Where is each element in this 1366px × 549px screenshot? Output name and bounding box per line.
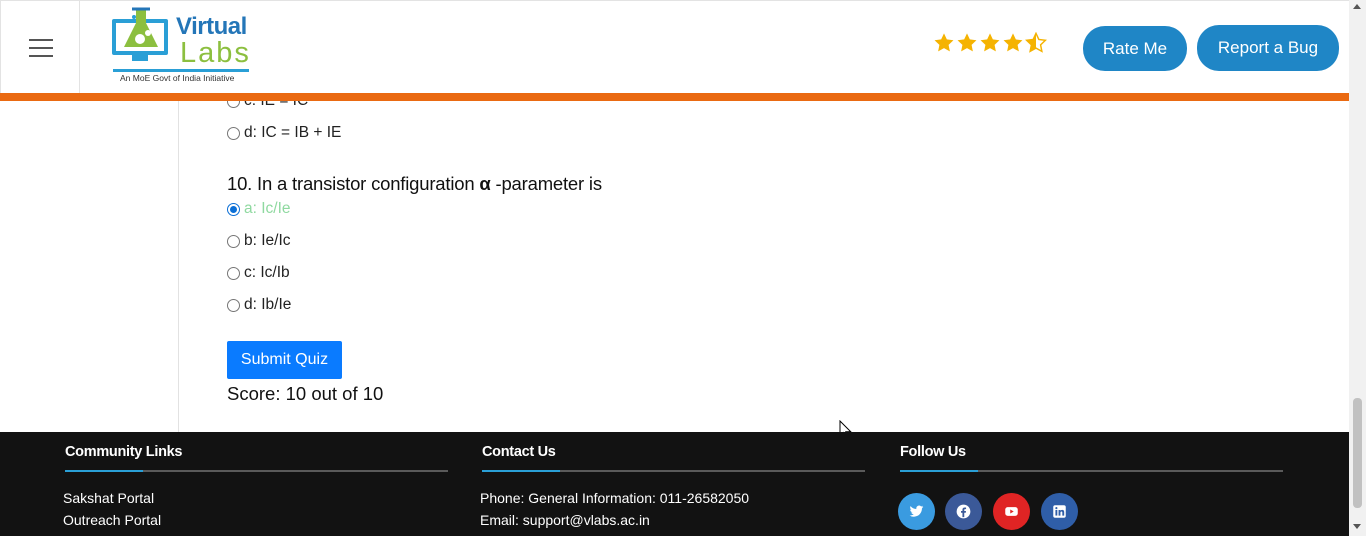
header-accent-bar bbox=[0, 93, 1349, 101]
option-label: c: Ic/Ib bbox=[244, 264, 290, 281]
site-footer: Community Links Sakshat Portal Outreach … bbox=[0, 432, 1349, 549]
radio-button[interactable] bbox=[227, 298, 240, 312]
footer-heading: Community Links bbox=[65, 444, 183, 460]
footer-heading-rule bbox=[482, 470, 865, 472]
option-label: c: IE = IC bbox=[244, 101, 308, 110]
flask-icon bbox=[112, 7, 168, 61]
logo-word-labs: Labs bbox=[180, 37, 251, 69]
virtual-labs-logo[interactable]: Virtual Labs An MoE Govt of India Initia… bbox=[110, 7, 255, 87]
question-suffix: -parameter is bbox=[495, 173, 603, 194]
footer-heading-rule bbox=[900, 470, 1283, 472]
radio-button[interactable] bbox=[227, 126, 240, 140]
scroll-down-arrow-icon[interactable] bbox=[1353, 524, 1361, 529]
footer-link-sakshat[interactable]: Sakshat Portal bbox=[63, 490, 154, 506]
submit-quiz-button[interactable]: Submit Quiz bbox=[227, 341, 342, 379]
score-text: Score: 10 out of 10 bbox=[227, 383, 384, 404]
quiz-option[interactable]: c: Ic/Ib bbox=[227, 264, 290, 282]
footer-heading-rule bbox=[65, 470, 448, 472]
quiz-content: c: IE = IC d: IC = IB + IE 10. In a tran… bbox=[0, 101, 1349, 432]
star-icon bbox=[1003, 33, 1023, 52]
twitter-icon[interactable] bbox=[898, 493, 935, 530]
contact-email[interactable]: Email: support@vlabs.ac.in bbox=[480, 512, 650, 528]
radio-button[interactable] bbox=[227, 266, 240, 280]
option-label: d: Ib/Ie bbox=[244, 296, 292, 313]
report-bug-button[interactable]: Report a Bug bbox=[1197, 25, 1339, 71]
logo-tagline: An MoE Govt of India Initiative bbox=[120, 73, 235, 83]
menu-icon[interactable] bbox=[0, 1, 80, 94]
logo-underline bbox=[113, 69, 249, 72]
footer-heading: Contact Us bbox=[482, 444, 556, 460]
footer-heading: Follow Us bbox=[900, 444, 966, 460]
quiz-option-correct[interactable]: a: Ic/Ie bbox=[227, 200, 291, 218]
mouse-cursor-icon bbox=[839, 420, 852, 432]
question-prefix: 10. In a transistor configuration bbox=[227, 173, 475, 194]
option-label: a: Ic/Ie bbox=[244, 200, 291, 217]
sidebar-divider bbox=[178, 101, 179, 432]
question-symbol: α bbox=[479, 173, 491, 194]
footer-link-outreach[interactable]: Outreach Portal bbox=[63, 512, 161, 528]
radio-button[interactable] bbox=[227, 101, 240, 108]
contact-phone: Phone: General Information: 011-26582050 bbox=[480, 490, 750, 506]
half-star-icon bbox=[1025, 32, 1047, 53]
option-label: d: IC = IB + IE bbox=[244, 124, 342, 141]
quiz-option[interactable]: c: IE = IC bbox=[227, 101, 308, 110]
linkedin-icon[interactable] bbox=[1041, 493, 1078, 530]
quiz-option[interactable]: d: Ib/Ie bbox=[227, 296, 291, 314]
site-header: Virtual Labs An MoE Govt of India Initia… bbox=[0, 0, 1349, 94]
youtube-icon[interactable] bbox=[993, 493, 1030, 530]
footer-link-faq[interactable]: FAQ: Virtual Labs bbox=[63, 533, 172, 549]
quiz-option[interactable]: d: IC = IB + IE bbox=[227, 124, 341, 142]
star-icon bbox=[934, 33, 954, 52]
question-text: 10. In a transistor configuration α -par… bbox=[227, 173, 602, 195]
radio-button[interactable] bbox=[227, 234, 240, 248]
radio-button-selected[interactable] bbox=[227, 202, 240, 216]
scrollbar-thumb[interactable] bbox=[1353, 398, 1362, 508]
option-label: b: Ie/Ic bbox=[244, 232, 291, 249]
quiz-option[interactable]: b: Ie/Ic bbox=[227, 232, 291, 250]
star-icon bbox=[980, 33, 1000, 52]
star-rating[interactable] bbox=[933, 32, 1047, 60]
facebook-icon[interactable] bbox=[945, 493, 982, 530]
star-icon bbox=[957, 33, 977, 52]
page-scrollbar[interactable] bbox=[1349, 0, 1366, 536]
scroll-up-arrow-icon[interactable] bbox=[1353, 4, 1361, 9]
rate-me-button[interactable]: Rate Me bbox=[1083, 26, 1187, 71]
